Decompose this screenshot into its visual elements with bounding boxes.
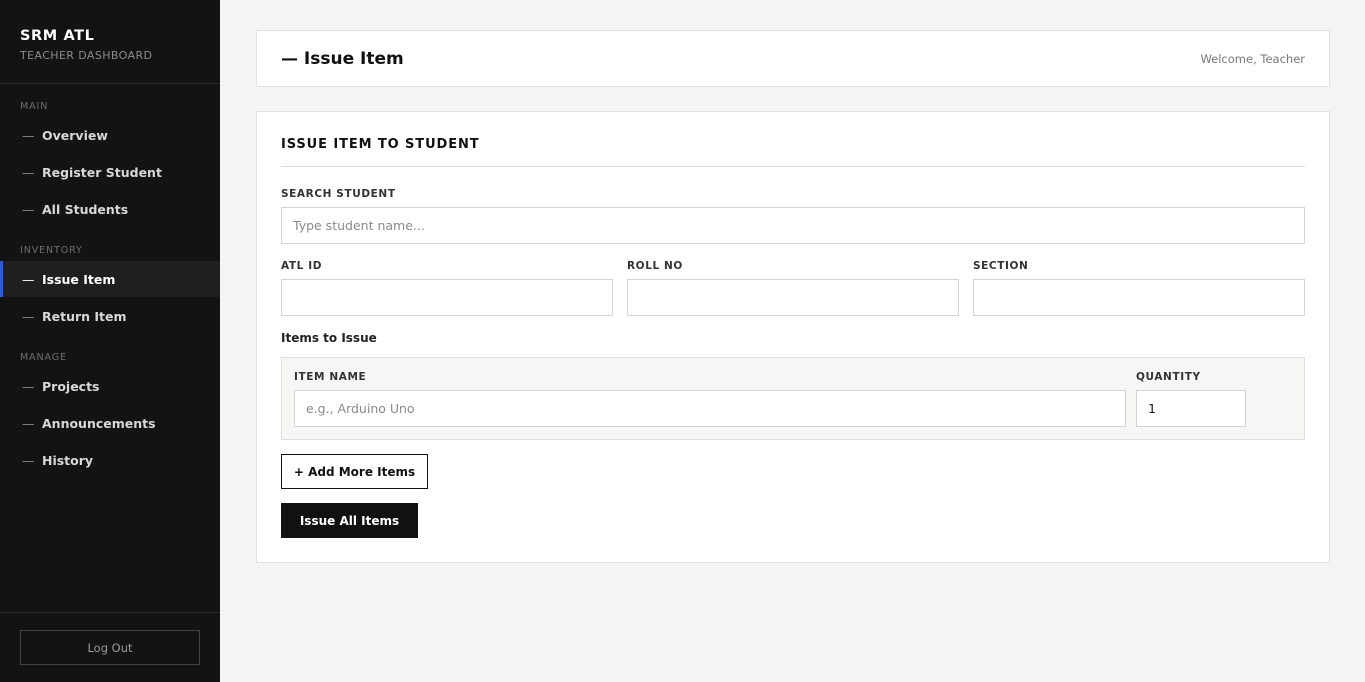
issue-item-form: ISSUE ITEM TO STUDENT SEARCH STUDENT ATL… [256, 111, 1330, 563]
brand-title: SRM ATL [20, 28, 95, 44]
dash-icon: — [22, 452, 35, 468]
dash-icon: — [22, 164, 35, 180]
dash-icon: — [22, 308, 35, 324]
item-name-input[interactable] [294, 390, 1126, 427]
sidebar-item-label: History [42, 452, 94, 468]
sidebar-item-label: Announcements [42, 415, 156, 431]
dash-icon: — [22, 271, 35, 287]
dash-icon: — [22, 415, 35, 431]
sidebar-item-projects[interactable]: — Projects [0, 368, 220, 404]
item-row: ITEM NAME QUANTITY [281, 357, 1305, 440]
dash-icon: — [22, 201, 35, 217]
nav-section-main: MAIN [20, 101, 49, 112]
sidebar-item-label: All Students [42, 201, 129, 217]
sidebar: SRM ATL TEACHER DASHBOARD MAIN — Overvie… [0, 0, 220, 682]
app-root: SRM ATL TEACHER DASHBOARD MAIN — Overvie… [0, 0, 1365, 682]
section-label: SECTION [973, 260, 1029, 272]
roll-no-label: ROLL NO [627, 260, 683, 272]
sidebar-item-label: Return Item [42, 308, 127, 324]
sidebar-item-return-item[interactable]: — Return Item [0, 298, 220, 334]
page-title: — Issue Item [281, 48, 404, 69]
sidebar-item-label: Register Student [42, 164, 162, 180]
section-field[interactable] [973, 279, 1305, 316]
nav-section-manage: MANAGE [20, 352, 67, 363]
add-more-items-button[interactable]: + Add More Items [281, 454, 428, 489]
sidebar-item-issue-item[interactable]: — Issue Item [0, 261, 220, 297]
sidebar-item-overview[interactable]: — Overview [0, 117, 220, 153]
form-title: ISSUE ITEM TO STUDENT [281, 137, 480, 152]
brand-subtitle: TEACHER DASHBOARD [20, 49, 153, 62]
logout-button[interactable]: Log Out [20, 630, 200, 665]
page-header: — Issue Item Welcome, Teacher [256, 30, 1330, 87]
brand: SRM ATL TEACHER DASHBOARD [0, 0, 220, 84]
item-name-label: ITEM NAME [294, 371, 367, 383]
atl-id-field[interactable] [281, 279, 613, 316]
sidebar-item-register-student[interactable]: — Register Student [0, 154, 220, 190]
search-student-input[interactable] [281, 207, 1305, 244]
sidebar-item-label: Projects [42, 378, 100, 394]
sidebar-item-all-students[interactable]: — All Students [0, 191, 220, 227]
dash-icon: — [22, 378, 35, 394]
divider [281, 166, 1305, 167]
roll-no-field[interactable] [627, 279, 959, 316]
dash-icon: — [22, 127, 35, 143]
issue-all-items-button[interactable]: Issue All Items [281, 503, 418, 538]
search-student-label: SEARCH STUDENT [281, 188, 396, 200]
welcome-text: Welcome, Teacher [1200, 51, 1305, 66]
quantity-label: QUANTITY [1136, 371, 1201, 383]
sidebar-item-announcements[interactable]: — Announcements [0, 405, 220, 441]
nav-section-inventory: INVENTORY [20, 245, 83, 256]
atl-id-label: ATL ID [281, 260, 323, 272]
sidebar-item-label: Issue Item [42, 271, 116, 287]
items-to-issue-heading: Items to Issue [281, 331, 377, 345]
sidebar-footer: Log Out [0, 612, 220, 682]
quantity-field[interactable] [1136, 390, 1246, 427]
sidebar-item-history[interactable]: — History [0, 442, 220, 478]
sidebar-item-label: Overview [42, 127, 108, 143]
